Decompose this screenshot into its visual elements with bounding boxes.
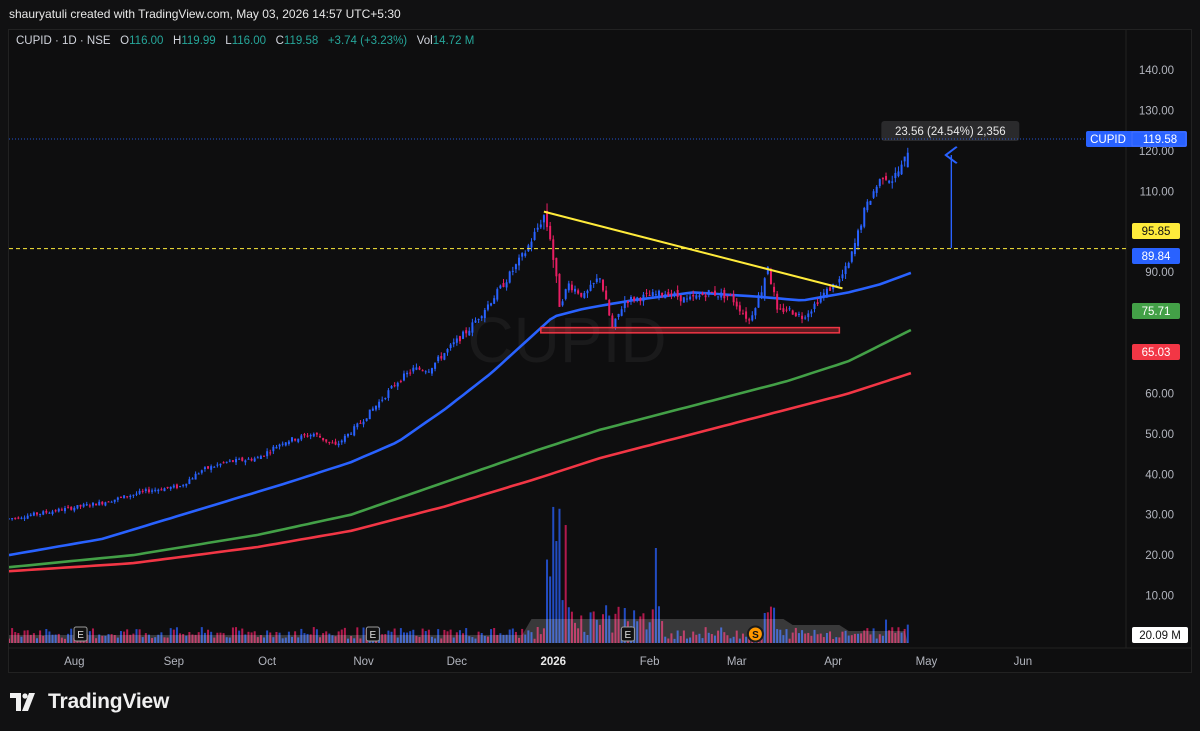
legend-vol-value: 14.72 M xyxy=(432,35,475,47)
attribution-text: shauryatuli created with TradingView.com… xyxy=(9,7,401,21)
legend-high-value: 119.99 xyxy=(181,35,216,47)
legend-close-value: 119.58 xyxy=(283,35,319,47)
legend-open-value: 116.00 xyxy=(129,35,164,47)
tradingview-logo-icon xyxy=(10,693,35,711)
ohlc-legend: CUPID · 1D · NSE O116.00 H119.99 L116.00… xyxy=(16,35,474,47)
legend-low-value: 116.00 xyxy=(231,35,267,47)
legend-symbol[interactable]: CUPID · 1D · NSE xyxy=(16,35,111,47)
legend-close-label: C xyxy=(275,35,284,47)
legend-vol-label: Vol xyxy=(416,35,433,47)
legend-open-label: O xyxy=(120,35,130,47)
chart-panel[interactable] xyxy=(8,29,1192,673)
screenshot-frame: shauryatuli created with TradingView.com… xyxy=(0,0,1200,731)
tradingview-logo[interactable]: TradingView xyxy=(10,690,169,714)
legend-change: +3.74 (+3.23%) xyxy=(327,35,408,47)
tradingview-logo-text: TradingView xyxy=(48,690,170,713)
